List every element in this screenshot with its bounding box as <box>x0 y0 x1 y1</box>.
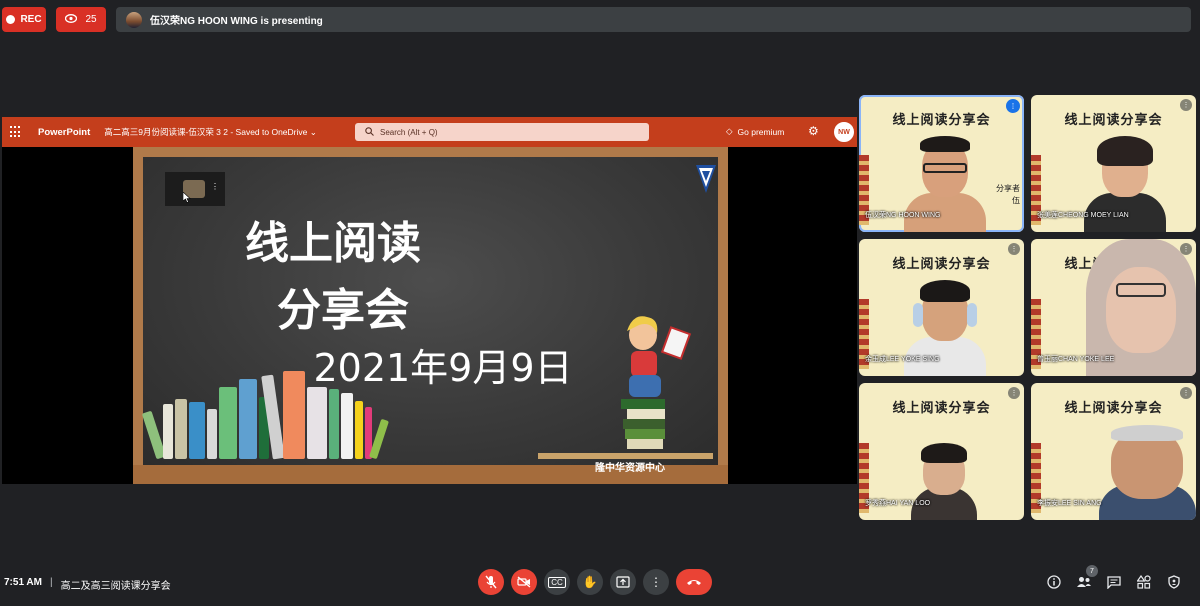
school-logo-icon <box>696 165 716 193</box>
meeting-details-button[interactable] <box>1044 572 1064 592</box>
gear-icon[interactable]: ⚙ <box>808 124 819 138</box>
clock-time: 7:51 AM <box>4 577 42 588</box>
more-options-icon[interactable]: ⋮ <box>1180 387 1192 399</box>
participant-name: 罗秀燕HAI YAN LOO <box>865 500 931 507</box>
search-icon <box>365 126 374 138</box>
speaking-indicator-icon: ⁞ <box>1006 99 1020 113</box>
captions-button[interactable]: CC <box>544 569 570 595</box>
raise-hand-button[interactable]: ✋ <box>577 569 603 595</box>
viewers-count: 25 <box>85 14 97 25</box>
chat-icon <box>1107 575 1121 589</box>
tile-banner: 线上阅读分享会 <box>892 401 991 416</box>
activities-button[interactable] <box>1134 572 1154 592</box>
slide-footer: 隆中华资源中心 <box>595 463 665 474</box>
activities-icon <box>1137 575 1151 589</box>
powerpoint-titlebar: PowerPoint 高二高三9月份阅读课-伍汉荣 3 2 - Saved to… <box>2 117 857 147</box>
eye-icon <box>65 13 78 26</box>
separator: | <box>49 577 53 588</box>
participant-tile[interactable]: 线上阅读分享会 分享者伍 ⁞ 伍汉荣NG HOON WING <box>859 95 1024 232</box>
app-launcher-icon[interactable] <box>10 126 22 138</box>
participant-tile[interactable]: 线上阅读分享会 ⋮ 罗秀燕HAI YAN LOO <box>859 383 1024 520</box>
more-options-button[interactable]: ⋮ <box>643 569 669 595</box>
participant-name: 伍汉荣NG HOON WING <box>865 212 941 219</box>
presenting-banner: 伍汉荣NG HOON WING is presenting <box>116 7 1191 32</box>
presenting-text: 伍汉荣NG HOON WING is presenting <box>150 16 323 27</box>
people-count-badge: 7 <box>1086 565 1098 577</box>
rec-label: REC <box>20 14 42 25</box>
participant-tile[interactable]: 线上阅读分享会 ⋮ 曾玉丽CHAN YOKE LEE <box>1031 239 1196 376</box>
tile-banner: 线上阅读分享会 <box>1064 113 1163 128</box>
books-illustration <box>141 367 409 460</box>
ppt-user-avatar[interactable]: NW <box>834 122 854 142</box>
participant-name: 曾玉丽CHAN YOKE LEE <box>1037 356 1115 363</box>
slide-title-line2: 分享会 <box>277 285 409 336</box>
phone-hangup-icon <box>687 580 701 585</box>
camera-off-icon <box>517 576 531 588</box>
participant-tile[interactable]: 线上阅读分享会 ⋮ 张美莲CHEONG MOEY LIAN <box>1031 95 1196 232</box>
recording-indicator[interactable]: REC <box>2 7 46 32</box>
ppt-search-box[interactable]: Search (Alt + Q) <box>355 123 649 141</box>
present-now-button[interactable] <box>610 569 636 595</box>
participant-name: 余玉成LEE YOKE SING <box>865 356 940 363</box>
search-placeholder: Search (Alt + Q) <box>380 127 438 137</box>
people-icon <box>1077 577 1091 587</box>
participant-video <box>909 441 979 520</box>
video-thumbnail[interactable]: ⋮ <box>165 172 225 206</box>
shared-screen: PowerPoint 高二高三9月份阅读课-伍汉荣 3 2 - Saved to… <box>2 117 857 484</box>
participant-name: 李振安LEE SIN ANG <box>1037 500 1102 507</box>
boy-reading-illustration <box>621 316 692 449</box>
more-options-icon[interactable]: ⋮ <box>1180 99 1192 111</box>
participant-tile[interactable]: 线上阅读分享会 ⋮ 余玉成LEE YOKE SING <box>859 239 1024 376</box>
more-options-icon[interactable]: ⋮ <box>1008 387 1020 399</box>
live-viewers-button[interactable]: 25 <box>56 7 106 32</box>
more-vert-icon: ⋮ <box>650 575 662 589</box>
more-vert-icon[interactable]: ⋮ <box>211 182 219 191</box>
chalkboard: ⋮ 线上阅读 分享会 2021年9月9日 <box>141 157 718 465</box>
powerpoint-app-name[interactable]: PowerPoint <box>38 127 90 138</box>
host-controls-button[interactable] <box>1164 572 1184 592</box>
more-options-icon[interactable]: ⋮ <box>1180 243 1192 255</box>
info-icon <box>1047 575 1061 589</box>
mic-off-button[interactable] <box>478 569 504 595</box>
slide: ⋮ 线上阅读 分享会 2021年9月9日 隆中华资源中心 <box>133 147 728 484</box>
participant-name: 张美莲CHEONG MOEY LIAN <box>1037 212 1129 219</box>
go-premium-label: Go premium <box>737 126 785 137</box>
hand-icon: ✋ <box>582 575 598 589</box>
captions-icon: CC <box>548 576 566 588</box>
leave-call-button[interactable] <box>676 569 712 595</box>
go-premium-button[interactable]: ◇ Go premium <box>726 126 784 137</box>
diamond-icon: ◇ <box>726 126 733 136</box>
participant-video <box>1099 423 1196 520</box>
present-icon <box>616 576 630 588</box>
more-options-icon[interactable]: ⋮ <box>1008 243 1020 255</box>
meeting-title: 高二及高三阅读课分享会 <box>60 581 171 592</box>
presenter-avatar <box>126 11 142 28</box>
participant-tile[interactable]: 线上阅读分享会 ⋮ 李振安LEE SIN ANG <box>1031 383 1196 520</box>
camera-off-button[interactable] <box>511 569 537 595</box>
cursor-icon <box>183 192 191 203</box>
record-dot-icon <box>6 15 16 24</box>
shield-icon <box>1168 575 1180 589</box>
slide-title-line1: 线上阅读 <box>245 218 421 269</box>
chat-button[interactable] <box>1104 572 1124 592</box>
tile-side-text: 分享者伍 <box>996 184 1020 205</box>
tile-banner: 线上阅读分享会 <box>1064 401 1163 416</box>
tile-banner: 线上阅读分享会 <box>892 257 991 272</box>
mic-off-icon <box>485 575 497 589</box>
document-filename[interactable]: 高二高三9月份阅读课-伍汉荣 3 2 - Saved to OneDrive ⌄ <box>104 126 317 138</box>
tile-banner: 线上阅读分享会 <box>892 113 991 128</box>
meeting-info: 7:51 AM | 高二及高三阅读课分享会 <box>4 577 171 592</box>
